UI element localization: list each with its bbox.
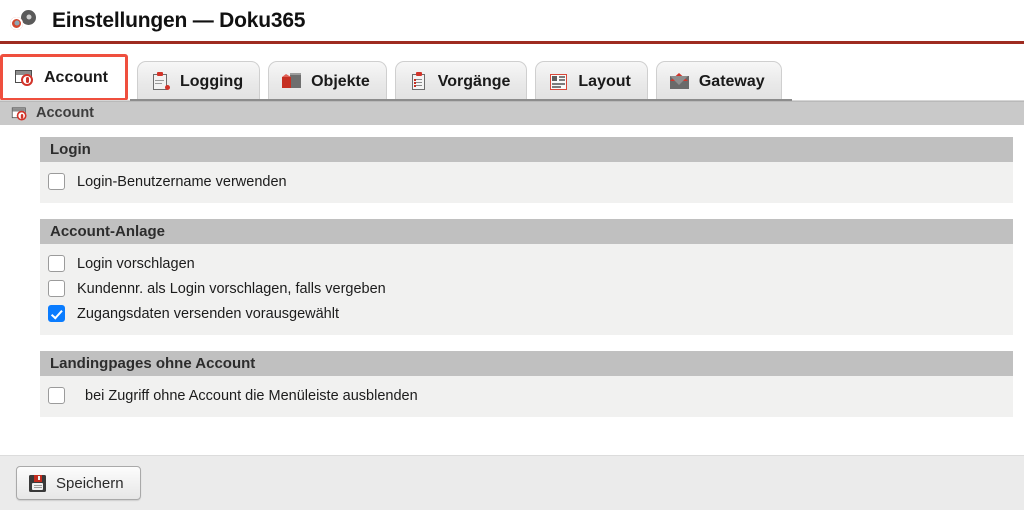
checkbox-kundennr-als-login-vorschlagen[interactable] bbox=[48, 280, 65, 297]
tab-logging[interactable]: Logging bbox=[137, 61, 261, 101]
save-button-label: Speichern bbox=[56, 474, 124, 492]
save-button[interactable]: Speichern bbox=[16, 466, 141, 500]
tab-objekte[interactable]: Objekte bbox=[268, 61, 387, 101]
checkbox-zugangsdaten-versenden-vorausgewaehlt[interactable] bbox=[48, 305, 65, 322]
tab-gateway[interactable]: Gateway bbox=[655, 61, 782, 101]
breadcrumb: Account bbox=[0, 101, 1024, 125]
section-account-anlage: Account-Anlage Login vorschlagen Kundenn… bbox=[40, 219, 1013, 335]
setting-row[interactable]: Zugangsdaten versenden vorausgewählt bbox=[40, 301, 1013, 326]
boxes-icon bbox=[282, 72, 302, 91]
setting-row[interactable]: Login-Benutzername verwenden bbox=[40, 169, 1013, 194]
tab-label: Logging bbox=[180, 72, 244, 90]
setting-row[interactable]: Login vorschlagen bbox=[40, 251, 1013, 276]
checkbox-menueleiste-ausblenden[interactable] bbox=[48, 387, 65, 404]
section-body: bei Zugriff ohne Account die Menüleiste … bbox=[40, 376, 1013, 417]
section-title: Account-Anlage bbox=[40, 219, 1013, 244]
tab-label: Account bbox=[44, 68, 108, 86]
floppy-disk-icon bbox=[29, 474, 46, 492]
section-body: Login-Benutzername verwenden bbox=[40, 162, 1013, 203]
section-title: Login bbox=[40, 137, 1013, 162]
tab-baseline-strong bbox=[130, 99, 792, 101]
section-body: Login vorschlagen Kundennr. als Login vo… bbox=[40, 244, 1013, 335]
clipboard-list-icon bbox=[409, 71, 429, 91]
tab-label: Vorgänge bbox=[437, 72, 511, 90]
setting-row[interactable]: Kundennr. als Login vorschlagen, falls v… bbox=[40, 276, 1013, 301]
section-login: Login Login-Benutzername verwenden bbox=[40, 137, 1013, 203]
checkbox-login-vorschlagen[interactable] bbox=[48, 255, 65, 272]
tab-layout[interactable]: Layout bbox=[535, 61, 648, 101]
gears-icon bbox=[8, 8, 42, 34]
tab-bar: Account Logging Objekte Vorgänge Layout … bbox=[0, 44, 1024, 101]
setting-label: Login-Benutzername verwenden bbox=[77, 173, 287, 190]
setting-label: Kundennr. als Login vorschlagen, falls v… bbox=[77, 280, 386, 297]
window-titlebar: Einstellungen — Doku365 bbox=[0, 0, 1024, 44]
setting-label: bei Zugriff ohne Account die Menüleiste … bbox=[85, 387, 418, 404]
tab-label: Layout bbox=[578, 72, 631, 90]
tab-account[interactable]: Account bbox=[0, 54, 128, 101]
settings-content: Login Login-Benutzername verwenden Accou… bbox=[0, 125, 1024, 452]
envelope-icon bbox=[669, 72, 690, 91]
clipboard-log-icon bbox=[151, 71, 171, 91]
tab-vorgaenge[interactable]: Vorgänge bbox=[394, 61, 528, 101]
section-landingpages-ohne-account: Landingpages ohne Account bei Zugriff oh… bbox=[40, 351, 1013, 417]
section-title: Landingpages ohne Account bbox=[40, 351, 1013, 376]
breadcrumb-label: Account bbox=[36, 105, 94, 122]
setting-label: Zugangsdaten versenden vorausgewählt bbox=[77, 305, 339, 322]
setting-row[interactable]: bei Zugriff ohne Account die Menüleiste … bbox=[40, 383, 1013, 408]
checkbox-login-benutzername-verwenden[interactable] bbox=[48, 173, 65, 190]
page-layout-icon bbox=[549, 73, 569, 91]
tab-label: Objekte bbox=[311, 72, 370, 90]
page-title: Einstellungen — Doku365 bbox=[52, 8, 306, 32]
tab-label: Gateway bbox=[698, 72, 765, 90]
footer-bar: Speichern bbox=[0, 455, 1024, 510]
browser-account-icon bbox=[11, 106, 28, 121]
setting-label: Login vorschlagen bbox=[77, 255, 195, 272]
browser-account-icon bbox=[15, 69, 35, 87]
